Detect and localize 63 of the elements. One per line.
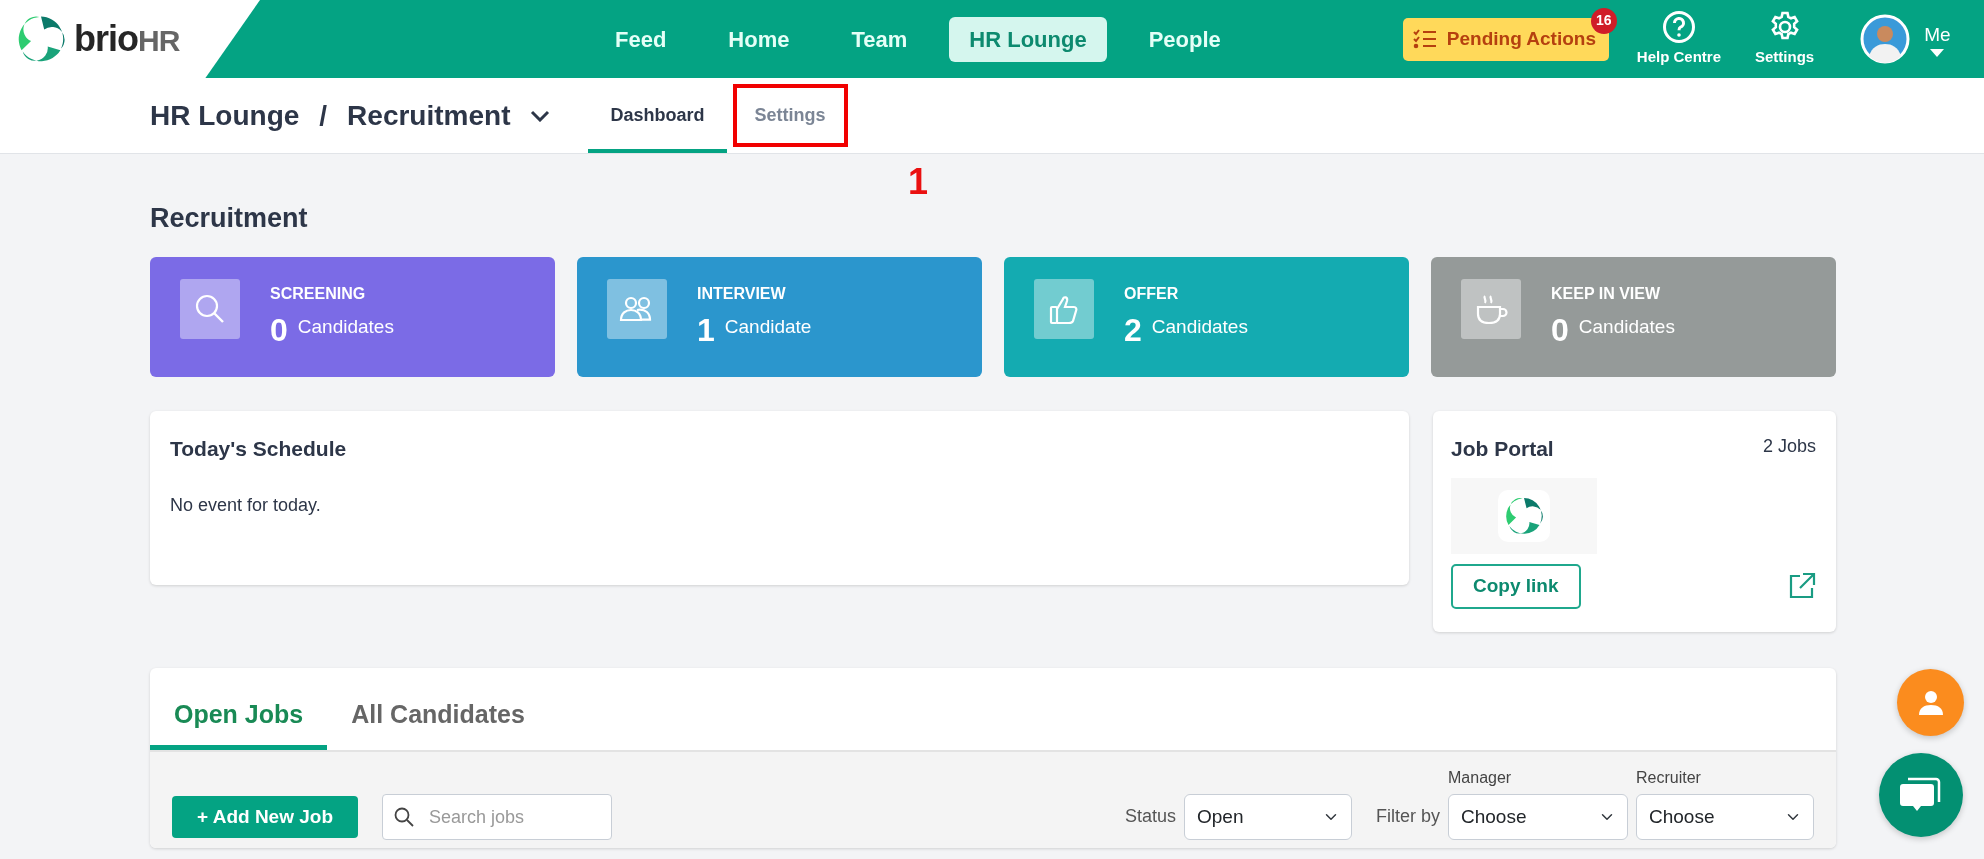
thumbs-up-icon: [1034, 278, 1094, 339]
stage-unit: Candidates: [297, 314, 394, 339]
logo-icon: [1451, 478, 1597, 554]
nav-link[interactable]: Home: [708, 16, 810, 62]
job-count: 2 Jobs: [1762, 434, 1816, 458]
filter-label: Filter by: [1376, 805, 1440, 828]
stage-count: 0: [1551, 310, 1569, 350]
status-label: Status: [1124, 805, 1176, 828]
avatar: [1860, 14, 1911, 64]
jobs-tab[interactable]: All Candidates: [327, 667, 549, 750]
profile-name: Me: [1924, 22, 1951, 47]
logo-icon: [16, 14, 66, 64]
checklist-icon: [1412, 28, 1437, 50]
help-icon: [1661, 9, 1696, 44]
add-job-button[interactable]: + Add New Job: [172, 796, 358, 838]
nav-link[interactable]: Team: [831, 16, 928, 62]
stage-count: 1: [697, 310, 715, 350]
nav-link[interactable]: People: [1128, 16, 1241, 62]
chat-fab[interactable]: [1879, 753, 1963, 837]
utility-link[interactable]: Help Centre: [1636, 9, 1721, 69]
filter-caption: Manager: [1448, 768, 1513, 788]
stage-unit: Candidates: [1578, 314, 1675, 339]
empty-message: No event for today.: [170, 494, 322, 517]
nav-link[interactable]: Feed: [595, 16, 687, 62]
select-field[interactable]: Choose: [1448, 794, 1628, 840]
sub-tab[interactable]: Settings: [732, 84, 848, 147]
brand-logo-text: brioHR: [74, 17, 180, 61]
page-title: Recruitment: [150, 202, 309, 235]
search-field[interactable]: Search jobs: [382, 794, 612, 840]
stage-card[interactable]: INTERVIEW 1 Candidate: [577, 256, 982, 377]
stage-count: 0: [270, 310, 288, 350]
select-field[interactable]: Choose: [1636, 794, 1814, 840]
stage-title: INTERVIEW: [697, 283, 787, 304]
count-badge: 16: [1590, 7, 1617, 34]
people-icon: [607, 278, 667, 339]
stage-title: SCREENING: [270, 283, 367, 304]
card-title: Today's Schedule: [170, 435, 348, 462]
stage-card[interactable]: OFFER 2 Candidates: [1004, 256, 1409, 377]
caret-icon: [1930, 49, 1945, 58]
stage-card[interactable]: KEEP IN VIEW 0 Candidates: [1431, 256, 1836, 377]
select-field[interactable]: Open: [1184, 794, 1352, 840]
stage-unit: Candidates: [1151, 314, 1248, 339]
stage-title: KEEP IN VIEW: [1551, 283, 1662, 304]
magnifier-icon: [180, 278, 240, 339]
profile-fab[interactable]: [1897, 669, 1964, 736]
cup-icon: [1461, 278, 1521, 339]
breadcrumb-current: Recruitment: [347, 98, 511, 133]
stage-card[interactable]: SCREENING 0 Candidates: [150, 256, 555, 377]
breadcrumb-separator: /: [319, 98, 328, 133]
copy-link-button[interactable]: Copy link: [1451, 564, 1581, 609]
filter-caption: Recruiter: [1636, 768, 1702, 788]
person-icon: [1917, 689, 1944, 716]
nav-link[interactable]: HR Lounge: [949, 16, 1107, 62]
utility-link[interactable]: Settings: [1755, 9, 1815, 69]
stage-title: OFFER: [1124, 283, 1180, 304]
annotation-number: 1: [908, 164, 929, 200]
sub-tab[interactable]: Dashboard: [588, 82, 727, 153]
external-link-icon[interactable]: [1788, 572, 1816, 601]
stage-count: 2: [1124, 310, 1142, 350]
card-title: Job Portal: [1451, 435, 1554, 462]
breadcrumb-link[interactable]: HR Lounge: [150, 94, 300, 137]
stage-unit: Candidate: [724, 314, 812, 339]
chevron-down-icon[interactable]: [530, 109, 551, 122]
